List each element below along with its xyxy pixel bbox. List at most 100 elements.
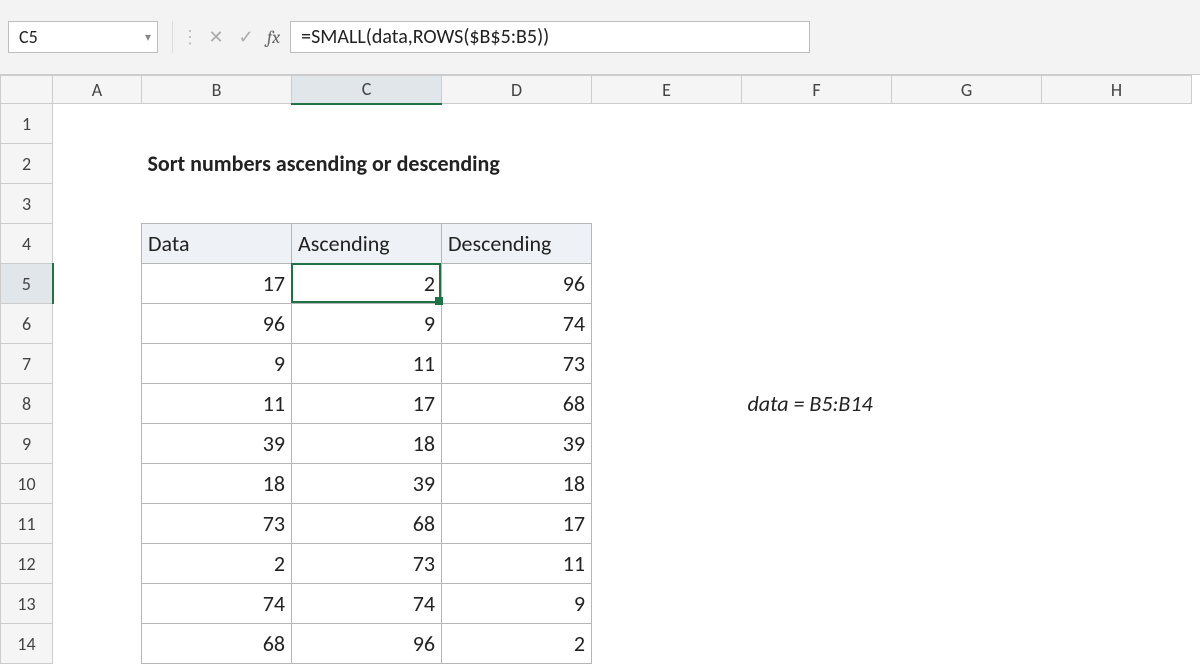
cell-B3[interactable]: [142, 184, 292, 224]
cell-D10[interactable]: 18: [442, 464, 592, 504]
cell-D6[interactable]: 74: [442, 304, 592, 344]
cell-E11[interactable]: [592, 504, 742, 544]
column-header-E[interactable]: E: [592, 76, 742, 104]
row-header-2[interactable]: 2: [1, 144, 53, 184]
row-header-12[interactable]: 12: [1, 544, 53, 584]
confirm-formula-button[interactable]: ✓: [231, 22, 261, 52]
cell-C9[interactable]: 18: [292, 424, 442, 464]
cell-A11[interactable]: [53, 504, 142, 544]
cell-C1[interactable]: [292, 104, 442, 144]
column-header-H[interactable]: H: [1042, 76, 1192, 104]
cell-F8[interactable]: data = B5:B14: [742, 384, 1042, 424]
cell-F9[interactable]: [742, 424, 892, 464]
cell-A7[interactable]: [53, 344, 142, 384]
row-header-4[interactable]: 4: [1, 224, 53, 264]
cell-B4[interactable]: Data: [142, 224, 292, 264]
cell-C8[interactable]: 17: [292, 384, 442, 424]
cell-B2[interactable]: Sort numbers ascending or descending: [142, 144, 742, 184]
cell-F1[interactable]: [742, 104, 892, 144]
cell-G1[interactable]: [892, 104, 1042, 144]
column-header-B[interactable]: B: [142, 76, 292, 104]
cell-E8[interactable]: [592, 384, 742, 424]
cell-G7[interactable]: [892, 344, 1042, 384]
cell-A12[interactable]: [53, 544, 142, 584]
row-header-8[interactable]: 8: [1, 384, 53, 424]
select-all-corner[interactable]: [1, 76, 53, 104]
worksheet-grid[interactable]: ABCDEFGH 12Sort numbers ascending or des…: [0, 75, 1200, 664]
cell-E13[interactable]: [592, 584, 742, 624]
row-header-5[interactable]: 5: [1, 264, 53, 304]
row-header-3[interactable]: 3: [1, 184, 53, 224]
cell-E4[interactable]: [592, 224, 742, 264]
cell-C11[interactable]: 68: [292, 504, 442, 544]
cell-A4[interactable]: [53, 224, 142, 264]
column-header-D[interactable]: D: [442, 76, 592, 104]
column-header-F[interactable]: F: [742, 76, 892, 104]
cell-H12[interactable]: [1042, 544, 1192, 584]
cell-G2[interactable]: [892, 144, 1042, 184]
column-header-C[interactable]: C: [292, 76, 442, 104]
cell-G5[interactable]: [892, 264, 1042, 304]
cell-H6[interactable]: [1042, 304, 1192, 344]
cell-A5[interactable]: [53, 264, 142, 304]
row-header-11[interactable]: 11: [1, 504, 53, 544]
cell-G3[interactable]: [892, 184, 1042, 224]
cell-D13[interactable]: 9: [442, 584, 592, 624]
cell-G6[interactable]: [892, 304, 1042, 344]
cell-E9[interactable]: [592, 424, 742, 464]
cell-A3[interactable]: [53, 184, 142, 224]
cell-C7[interactable]: 11: [292, 344, 442, 384]
cell-C10[interactable]: 39: [292, 464, 442, 504]
cell-F12[interactable]: [742, 544, 892, 584]
cell-G12[interactable]: [892, 544, 1042, 584]
cell-F7[interactable]: [742, 344, 892, 384]
cell-A1[interactable]: [53, 104, 142, 144]
cell-F5[interactable]: [742, 264, 892, 304]
cell-A9[interactable]: [53, 424, 142, 464]
cell-D9[interactable]: 39: [442, 424, 592, 464]
cell-H4[interactable]: [1042, 224, 1192, 264]
cell-A8[interactable]: [53, 384, 142, 424]
cell-C12[interactable]: 73: [292, 544, 442, 584]
cell-H3[interactable]: [1042, 184, 1192, 224]
cell-G10[interactable]: [892, 464, 1042, 504]
cell-H9[interactable]: [1042, 424, 1192, 464]
row-header-13[interactable]: 13: [1, 584, 53, 624]
cell-D1[interactable]: [442, 104, 592, 144]
cell-H5[interactable]: [1042, 264, 1192, 304]
fx-icon[interactable]: fx: [267, 27, 280, 48]
cell-A13[interactable]: [53, 584, 142, 624]
cell-D8[interactable]: 68: [442, 384, 592, 424]
cell-E3[interactable]: [592, 184, 742, 224]
cell-A2[interactable]: [53, 144, 142, 184]
cell-E7[interactable]: [592, 344, 742, 384]
row-header-6[interactable]: 6: [1, 304, 53, 344]
formula-input[interactable]: =SMALL(data,ROWS($B$5:B5)): [290, 21, 810, 53]
cell-E6[interactable]: [592, 304, 742, 344]
cell-F6[interactable]: [742, 304, 892, 344]
cell-E12[interactable]: [592, 544, 742, 584]
cell-B8[interactable]: 11: [142, 384, 292, 424]
row-header-1[interactable]: 1: [1, 104, 53, 144]
cell-F11[interactable]: [742, 504, 892, 544]
cell-H10[interactable]: [1042, 464, 1192, 504]
cell-C4[interactable]: Ascending: [292, 224, 442, 264]
cell-B6[interactable]: 96: [142, 304, 292, 344]
cell-H11[interactable]: [1042, 504, 1192, 544]
cell-D3[interactable]: [442, 184, 592, 224]
cell-H2[interactable]: [1042, 144, 1192, 184]
name-box-dropdown-icon[interactable]: ▾: [136, 30, 160, 45]
cell-B11[interactable]: 73: [142, 504, 292, 544]
cell-G13[interactable]: [892, 584, 1042, 624]
cell-D12[interactable]: 11: [442, 544, 592, 584]
cell-F3[interactable]: [742, 184, 892, 224]
cell-B13[interactable]: 74: [142, 584, 292, 624]
cell-D7[interactable]: 73: [442, 344, 592, 384]
row-header-10[interactable]: 10: [1, 464, 53, 504]
cell-D11[interactable]: 17: [442, 504, 592, 544]
cell-E1[interactable]: [592, 104, 742, 144]
cell-G9[interactable]: [892, 424, 1042, 464]
cell-G11[interactable]: [892, 504, 1042, 544]
cell-B10[interactable]: 18: [142, 464, 292, 504]
row-header-9[interactable]: 9: [1, 424, 53, 464]
